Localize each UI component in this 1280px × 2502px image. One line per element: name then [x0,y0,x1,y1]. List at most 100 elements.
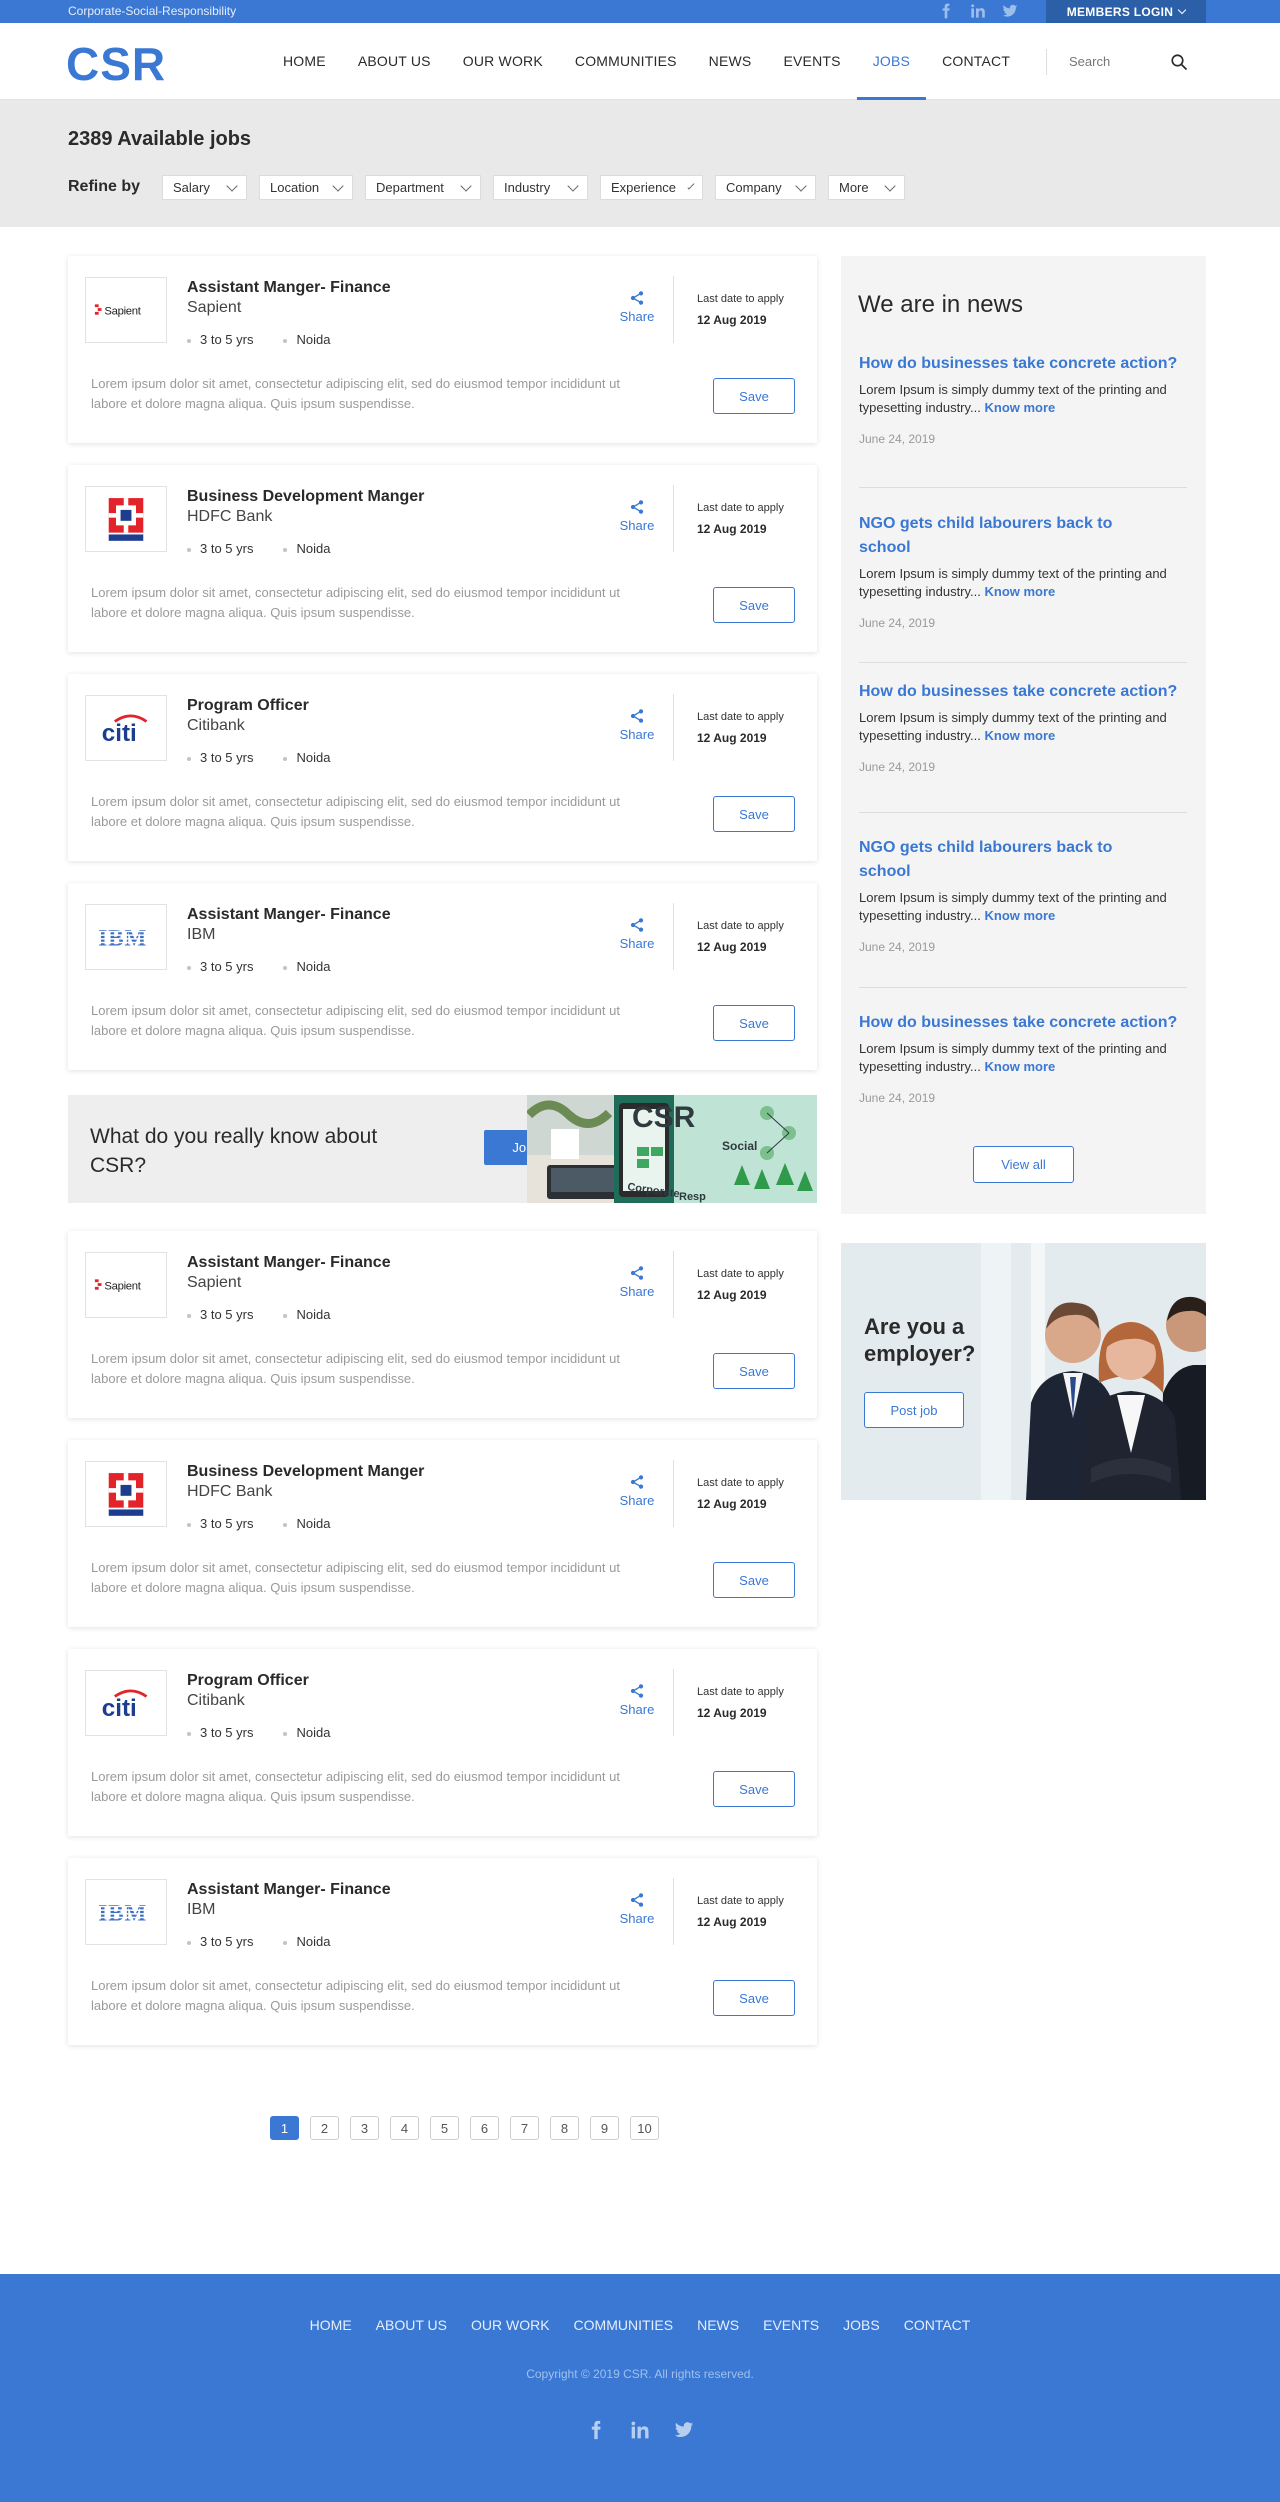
last-date-value: 12 Aug 2019 [697,1497,767,1511]
filter-experience[interactable]: Experience [600,175,703,200]
share-icon [630,918,644,932]
job-title[interactable]: Assistant Manger- Finance [187,279,391,297]
page-button-10[interactable]: 10 [630,2116,659,2140]
save-job-button[interactable]: Save [713,378,795,414]
job-title[interactable]: Program Officer [187,1672,309,1690]
share-button[interactable]: Share [615,917,659,951]
page-button-2[interactable]: 2 [310,2116,339,2140]
pagination: 1 2 3 4 5 6 7 8 9 10 [270,2116,659,2140]
job-title[interactable]: Assistant Manger- Finance [187,1254,391,1272]
share-button[interactable]: Share [615,708,659,742]
save-job-button[interactable]: Save [713,1562,795,1598]
news-title-link[interactable]: NGO gets child labourers back to school [859,836,1119,884]
page-button-7[interactable]: 7 [510,2116,539,2140]
save-job-button[interactable]: Save [713,1005,795,1041]
employer-banner: Are you a employer? Post job [841,1243,1206,1500]
experience-text: 3 to 5 yrs [187,750,253,765]
save-job-button[interactable]: Save [713,1980,795,2016]
footer-nav-our-work[interactable]: OUR WORK [471,2317,550,2333]
filter-more[interactable]: More [828,175,905,200]
news-title-link[interactable]: NGO gets child labourers back to school [859,512,1119,560]
filter-salary[interactable]: Salary [162,175,247,200]
nav-our-work[interactable]: OUR WORK [447,23,559,100]
site-logo[interactable]: CSR [66,37,166,91]
share-button[interactable]: Share [615,1892,659,1926]
know-more-link[interactable]: Know more [985,908,1056,923]
page-button-4[interactable]: 4 [390,2116,419,2140]
know-more-link[interactable]: Know more [985,1059,1056,1074]
job-card[interactable]: citi Program Officer Citibank 3 to 5 yrs Noi… [68,674,817,861]
share-label: Share [619,1911,655,1926]
job-card[interactable]: citi Program Officer Citibank 3 to 5 yrs Noi… [68,1649,817,1836]
job-meta: 3 to 5 yrs Noida [187,1725,330,1740]
job-title[interactable]: Program Officer [187,697,309,715]
share-button[interactable]: Share [615,290,659,324]
members-login-button[interactable]: MEMBERS LOGIN [1046,0,1206,23]
facebook-icon[interactable] [938,3,954,19]
page-button-8[interactable]: 8 [550,2116,579,2140]
job-description: Lorem ipsum dolor sit amet, consectetur … [91,794,620,829]
share-button[interactable]: Share [615,499,659,533]
page-button-6[interactable]: 6 [470,2116,499,2140]
search-input[interactable] [1069,54,1169,69]
page-button-5[interactable]: 5 [430,2116,459,2140]
footer-nav-contact[interactable]: CONTACT [904,2317,971,2333]
linkedin-icon[interactable] [630,2420,650,2440]
page-button-1[interactable]: 1 [270,2116,299,2140]
search-icon[interactable] [1170,53,1188,71]
share-button[interactable]: Share [615,1683,659,1717]
footer-nav-news[interactable]: NEWS [697,2317,739,2333]
know-more-link[interactable]: Know more [985,400,1056,415]
save-job-button[interactable]: Save [713,796,795,832]
job-card[interactable]: IBM Assistant Manger- Finance IBM 3 to 5 yr… [68,1858,817,2045]
news-title-link[interactable]: How do businesses take concrete action? [859,1011,1187,1035]
job-title[interactable]: Business Development Manger [187,1463,424,1481]
news-title-link[interactable]: How do businesses take concrete action? [859,680,1187,704]
filter-company[interactable]: Company [715,175,816,200]
footer-nav-about-us[interactable]: ABOUT US [376,2317,447,2333]
nav-events[interactable]: EVENTS [767,23,856,100]
share-button[interactable]: Share [615,1265,659,1299]
footer-nav-home[interactable]: HOME [310,2317,352,2333]
page-button-9[interactable]: 9 [590,2116,619,2140]
sapient-logo: Sapient [94,1279,142,1293]
page-button-3[interactable]: 3 [350,2116,379,2140]
nav-jobs[interactable]: JOBS [856,23,927,100]
filter-department[interactable]: Department [365,175,481,200]
know-more-link[interactable]: Know more [985,728,1056,743]
post-job-button[interactable]: Post job [864,1392,964,1428]
job-card[interactable]: Business Development Manger HDFC Bank 3 to… [68,1440,817,1627]
footer-nav-communities[interactable]: COMMUNITIES [574,2317,674,2333]
site-tagline: Corporate-Social-Responsibility [68,4,237,18]
nav-news[interactable]: NEWS [693,23,768,100]
view-all-button[interactable]: View all [973,1146,1074,1183]
job-description: Lorem ipsum dolor sit amet, consectetur … [91,585,620,620]
twitter-icon[interactable] [1002,3,1018,19]
job-card[interactable]: Business Development Manger HDFC Bank 3 to… [68,465,817,652]
save-job-button[interactable]: Save [713,1771,795,1807]
job-title[interactable]: Business Development Manger [187,488,424,506]
linkedin-icon[interactable] [970,3,986,19]
twitter-icon[interactable] [674,2420,694,2440]
nav-home[interactable]: HOME [267,23,342,100]
know-more-link[interactable]: Know more [985,584,1056,599]
footer-nav-jobs[interactable]: JOBS [843,2317,880,2333]
nav-contact[interactable]: CONTACT [926,23,1026,100]
facebook-icon[interactable] [586,2420,606,2440]
news-title-link[interactable]: How do businesses take concrete action? [859,352,1187,376]
filter-location[interactable]: Location [259,175,353,200]
employer-question: Are you a employer? [864,1314,976,1366]
nav-about-us[interactable]: ABOUT US [342,23,447,100]
nav-communities[interactable]: COMMUNITIES [559,23,693,100]
footer-nav-events[interactable]: EVENTS [763,2317,819,2333]
job-title[interactable]: Assistant Manger- Finance [187,906,391,924]
job-title[interactable]: Assistant Manger- Finance [187,1881,391,1899]
save-job-button[interactable]: Save [713,587,795,623]
job-card[interactable]: Sapient Assistant Manger- Finance Sapient 3… [68,1231,817,1418]
save-job-button[interactable]: Save [713,1353,795,1389]
company-name: Citibank [187,717,245,734]
job-card[interactable]: IBM Assistant Manger- Finance IBM 3 to 5 yr… [68,883,817,1070]
share-button[interactable]: Share [615,1474,659,1508]
job-card[interactable]: Sapient Assistant Manger- Finance Sapient 3… [68,256,817,443]
filter-industry[interactable]: Industry [493,175,588,200]
